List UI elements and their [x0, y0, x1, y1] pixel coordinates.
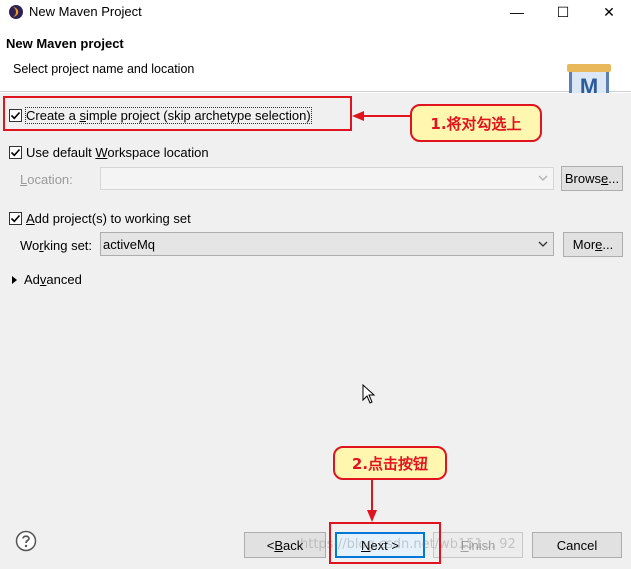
checkmark-icon	[10, 214, 21, 223]
annotation-box-next	[329, 522, 441, 564]
cancel-button[interactable]: Cancel	[532, 532, 622, 558]
page-title: New Maven project	[6, 36, 124, 51]
maximize-icon: ☐	[556, 3, 570, 20]
minimize-button[interactable]: —	[494, 0, 540, 24]
working-set-checkbox-label: Add project(s) to working set	[26, 211, 191, 226]
page-description: Select project name and location	[13, 62, 195, 76]
advanced-label: Advanced	[24, 272, 82, 287]
expand-arrow-icon	[12, 275, 17, 284]
annotation-arrow-down	[367, 480, 377, 522]
minimize-icon: —	[510, 4, 524, 20]
mouse-cursor-icon	[362, 384, 376, 404]
default-workspace-checkbox[interactable]	[9, 146, 22, 159]
default-workspace-checkbox-row[interactable]: Use default Workspace location	[9, 145, 209, 160]
help-icon[interactable]	[15, 530, 37, 552]
chevron-down-icon	[538, 241, 548, 247]
working-set-checkbox-row[interactable]: Add project(s) to working set	[9, 211, 191, 226]
window-titlebar: New Maven Project — ☐ ✕	[0, 0, 631, 24]
window-title: New Maven Project	[29, 4, 142, 19]
checkmark-icon	[10, 148, 21, 157]
location-combo[interactable]	[100, 167, 554, 190]
wizard-header: New Maven project Select project name an…	[0, 24, 631, 102]
working-set-combo[interactable]: activeMq	[100, 232, 554, 256]
close-button[interactable]: ✕	[586, 0, 631, 24]
annotation-arrow-left	[352, 111, 414, 121]
annotation-callout-step2: 2.点击按钮	[333, 446, 447, 480]
location-label: Location:	[20, 172, 73, 187]
advanced-section-toggle[interactable]: Advanced	[10, 272, 82, 287]
close-icon: ✕	[603, 3, 615, 20]
more-button[interactable]: Mor e...	[563, 232, 623, 257]
eclipse-app-icon	[9, 5, 23, 19]
chevron-down-icon	[538, 175, 548, 181]
working-set-value: activeMq	[103, 237, 156, 252]
browse-button[interactable]: Brows e...	[561, 166, 623, 191]
default-workspace-label: Use default Workspace location	[26, 145, 209, 160]
annotation-box-checkbox	[3, 96, 352, 131]
maximize-button[interactable]: ☐	[540, 0, 586, 24]
annotation-callout-step1: 1.将对勾选上	[410, 104, 542, 142]
working-set-checkbox[interactable]	[9, 212, 22, 225]
working-set-label: Working set:	[20, 238, 93, 253]
